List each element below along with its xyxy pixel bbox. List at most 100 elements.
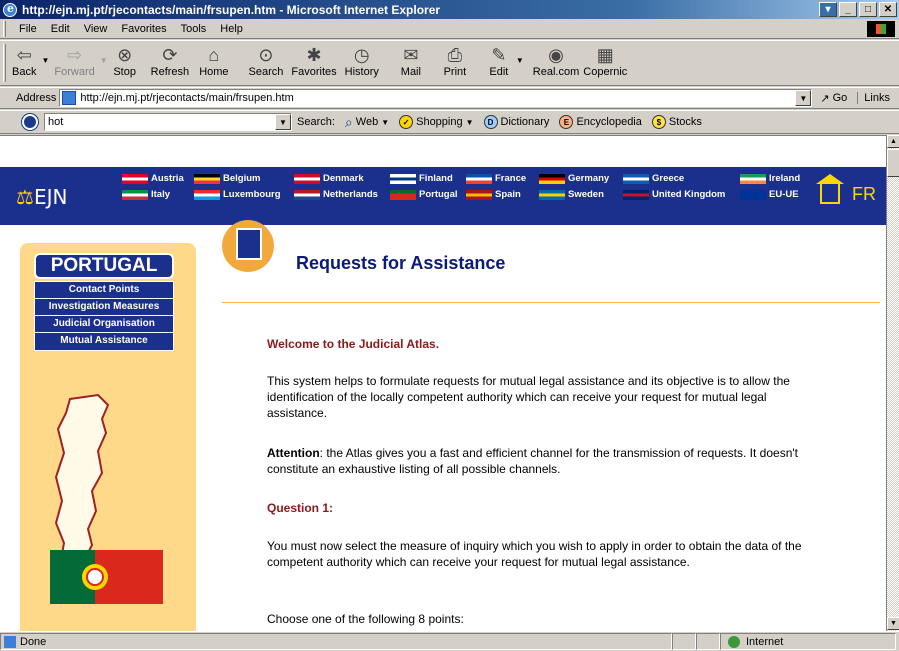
address-value: http://ejn.mj.pt/rjecontacts/main/frsupe… — [80, 92, 294, 104]
forward-button[interactable]: ⇨ Forward — [52, 44, 96, 79]
favorites-button[interactable]: ✱ Favorites — [289, 44, 338, 79]
home-button[interactable]: ⌂ Home — [197, 44, 230, 79]
home-icon: ⌂ — [208, 44, 220, 65]
search-engine-logo-icon[interactable] — [22, 114, 38, 130]
menu-edit[interactable]: Edit — [44, 23, 77, 35]
search-query-dropdown[interactable]: ▼ — [275, 114, 291, 130]
address-dropdown[interactable]: ▼ — [795, 90, 812, 106]
back-label: Back — [12, 66, 37, 78]
toolbar-grip[interactable] — [3, 44, 6, 82]
title-divider — [222, 302, 880, 303]
print-label: Print — [443, 66, 467, 78]
forward-arrow-icon: ⇨ — [67, 44, 83, 65]
language-fr-link[interactable]: FR — [852, 184, 876, 205]
portugal-map-image[interactable] — [50, 393, 120, 573]
close-button[interactable]: ✕ — [879, 2, 897, 17]
country-link-austria[interactable]: Austria — [122, 173, 184, 184]
search-icon: ⊙ — [258, 44, 274, 65]
home-link-icon[interactable] — [816, 174, 844, 204]
stocks-button[interactable]: $ Stocks — [647, 115, 707, 129]
print-button[interactable]: ⎙ Print — [441, 44, 469, 79]
italy-flag-icon — [122, 189, 148, 200]
history-button[interactable]: ◷ History — [343, 44, 381, 79]
country-link-denmark[interactable]: Denmark — [294, 173, 364, 184]
menu-grip[interactable] — [3, 20, 6, 37]
spain-flag-icon — [466, 189, 492, 200]
back-button[interactable]: ⇦ Back — [10, 44, 38, 79]
nav-investigation-measures[interactable]: Investigation Measures — [35, 299, 173, 316]
ejn-logo[interactable]: ⚖EJN — [16, 185, 67, 209]
copernic-icon: ▦ — [596, 44, 614, 65]
encyclopedia-button[interactable]: E Encyclopedia — [554, 115, 646, 129]
stocks-icon: $ — [651, 115, 666, 129]
page-icon — [62, 91, 77, 105]
search-button[interactable]: ⊙ Search — [247, 44, 286, 79]
country-link-united-kingdom[interactable]: United Kingdom — [623, 189, 725, 200]
history-label: History — [344, 66, 379, 78]
country-label: Ireland — [769, 173, 801, 184]
nav-mutual-assistance[interactable]: Mutual Assistance — [35, 333, 173, 350]
attention-text: : the Atlas gives you a fast and efficie… — [267, 446, 798, 476]
status-text-cell: Done — [0, 633, 672, 650]
scroll-down-button[interactable]: ▼ — [887, 617, 899, 630]
realcom-label: Real.com — [532, 66, 580, 78]
web-label: Web — [355, 116, 379, 128]
address-input[interactable]: http://ejn.mj.pt/rjecontacts/main/frsupe… — [59, 89, 813, 107]
window-menu-button[interactable]: ▾ — [819, 2, 837, 17]
forward-dropdown[interactable]: ▼ — [97, 56, 111, 65]
country-link-portugal[interactable]: Portugal — [390, 189, 458, 200]
menu-favorites[interactable]: Favorites — [114, 23, 173, 35]
realcom-button[interactable]: ◉ Real.com — [531, 44, 581, 79]
country-link-finland[interactable]: Finland — [390, 173, 453, 184]
window-title: http://ejn.mj.pt/rjecontacts/main/frsupe… — [22, 2, 441, 17]
welcome-heading: Welcome to the Judicial Atlas. — [267, 337, 440, 351]
country-link-eu-ue[interactable]: EU-UE — [740, 189, 799, 200]
vertical-scrollbar[interactable]: ▲ ▼ — [886, 135, 899, 631]
go-button[interactable]: ↗ Go — [812, 92, 855, 105]
country-link-netherlands[interactable]: Netherlands — [294, 189, 378, 200]
copernic-button[interactable]: ▦ Copernic — [581, 44, 629, 79]
windows-logo-icon — [867, 21, 895, 37]
country-sidebar: PORTUGAL Contact Points Investigation Me… — [20, 243, 196, 631]
country-nav: Contact Points Investigation Measures Ju… — [34, 281, 174, 351]
menu-file[interactable]: File — [12, 23, 44, 35]
links-button[interactable]: Links — [857, 92, 890, 104]
stop-button[interactable]: ⊗ Stop — [111, 44, 139, 79]
minimize-button[interactable]: _ — [839, 2, 857, 17]
country-link-spain[interactable]: Spain — [466, 189, 521, 200]
mail-label: Mail — [400, 66, 421, 78]
ejn-logo-text: EJN — [33, 185, 68, 209]
country-link-ireland[interactable]: Ireland — [740, 173, 800, 184]
country-link-italy[interactable]: Italy — [122, 189, 170, 200]
country-link-luxembourg[interactable]: Luxembourg — [194, 189, 281, 200]
dictionary-button[interactable]: D Dictionary — [479, 115, 555, 129]
back-dropdown[interactable]: ▼ — [38, 56, 52, 65]
scroll-thumb[interactable] — [887, 149, 899, 177]
country-link-greece[interactable]: Greece — [623, 173, 684, 184]
sweden-flag-icon — [539, 189, 565, 200]
refresh-label: Refresh — [150, 66, 190, 78]
choose-paragraph: Choose one of the following 8 points: — [267, 612, 464, 626]
menu-tools[interactable]: Tools — [174, 23, 214, 35]
search-query-input[interactable]: hot ▼ — [44, 113, 292, 131]
web-search-button[interactable]: ⌕ Web ▼ — [340, 114, 394, 131]
document-icon — [222, 220, 274, 272]
nav-contact-points[interactable]: Contact Points — [35, 282, 173, 299]
country-link-germany[interactable]: Germany — [539, 173, 609, 184]
nav-judicial-organisation[interactable]: Judicial Organisation — [35, 316, 173, 333]
country-link-belgium[interactable]: Belgium — [194, 173, 260, 184]
window-titlebar: http://ejn.mj.pt/rjecontacts/main/frsupe… — [0, 0, 899, 19]
maximize-button[interactable]: □ — [859, 2, 877, 17]
menu-help[interactable]: Help — [213, 23, 250, 35]
menu-view[interactable]: View — [77, 23, 115, 35]
country-link-sweden[interactable]: Sweden — [539, 189, 604, 200]
refresh-button[interactable]: ⟳ Refresh — [149, 44, 192, 79]
mail-button[interactable]: ✉ Mail — [397, 44, 425, 79]
shopping-button[interactable]: ✓ Shopping ▼ — [394, 115, 478, 129]
edit-icon: ✎ — [491, 44, 507, 65]
edit-dropdown[interactable]: ▼ — [513, 56, 527, 65]
scroll-up-button[interactable]: ▲ — [887, 135, 899, 148]
edit-button[interactable]: ✎ Edit — [485, 44, 513, 79]
search-label: Search — [248, 66, 284, 78]
country-link-france[interactable]: France — [466, 173, 526, 184]
